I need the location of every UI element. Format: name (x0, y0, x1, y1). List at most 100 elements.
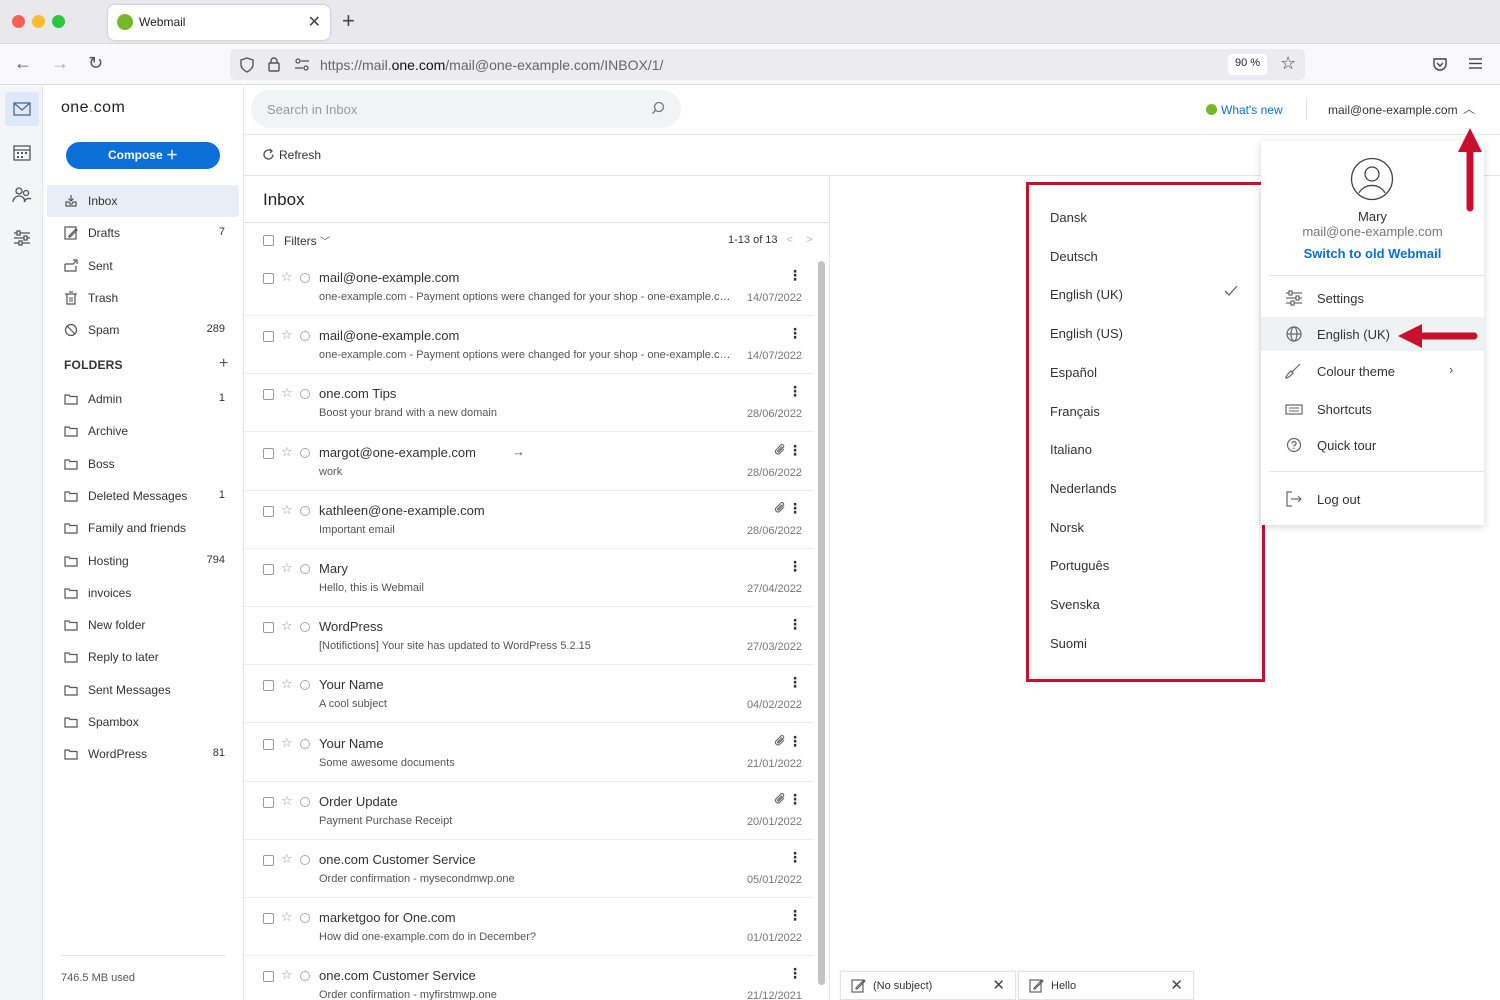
more-options-icon[interactable]: ⋮ (788, 384, 802, 398)
message-checkbox[interactable] (263, 796, 274, 808)
folder-item[interactable]: Hosting 794 (47, 545, 239, 577)
prev-page-icon[interactable]: < (787, 234, 793, 246)
folder-item[interactable]: Spambox (47, 706, 239, 738)
folder-item[interactable]: Archive (47, 415, 239, 447)
language-option[interactable]: Português (1050, 558, 1109, 573)
table-row[interactable]: ☆ one.com Customer Service Order confirmat… (244, 840, 814, 898)
account-menu-item-quick-tour[interactable]: Quick tour (1261, 428, 1484, 462)
star-icon[interactable]: ☆ (281, 502, 293, 518)
language-option[interactable]: Svenska (1050, 597, 1100, 612)
table-row[interactable]: ☆ Your Name A cool subject 04/02/2022 ⋮ (244, 665, 814, 724)
folder-item[interactable]: invoices (47, 577, 239, 609)
message-checkbox[interactable] (263, 273, 274, 284)
message-checkbox[interactable] (263, 331, 274, 343)
address-bar[interactable]: https://mail.one.com/mail@one-example.co… (230, 49, 1305, 80)
more-options-icon[interactable]: ⋮ (788, 850, 802, 864)
message-checkbox[interactable] (263, 855, 274, 866)
pocket-icon[interactable] (1432, 56, 1448, 72)
table-row[interactable]: ☆ mail@one-example.com one-example.com - P… (244, 316, 814, 375)
more-options-icon[interactable]: ⋮ (788, 792, 802, 806)
star-icon[interactable]: ☆ (281, 851, 293, 867)
more-options-icon[interactable]: ⋮ (788, 443, 802, 457)
account-email-toggle[interactable]: mail@one-example.com (1328, 103, 1458, 117)
mail-app-button[interactable] (5, 92, 39, 126)
message-checkbox[interactable] (263, 913, 274, 925)
close-tab-icon[interactable]: ✕ (308, 12, 321, 32)
calendar-app-button[interactable] (5, 135, 39, 169)
folder-item[interactable]: New folder (47, 609, 239, 641)
sidebar-item-inbox[interactable]: Inbox (47, 185, 239, 217)
star-icon[interactable]: ☆ (281, 618, 293, 634)
more-options-icon[interactable]: ⋮ (788, 559, 802, 573)
language-option[interactable]: Italiano (1050, 442, 1092, 457)
account-menu-item-settings[interactable]: Settings (1261, 281, 1484, 315)
table-row[interactable]: ☆ Your Name Some awesome documents 21/01/20… (244, 724, 814, 782)
account-menu-item-colour-theme[interactable]: Colour theme › (1261, 354, 1484, 388)
language-option[interactable]: Español (1050, 365, 1097, 380)
next-page-icon[interactable]: > (806, 234, 812, 246)
close-draft-icon[interactable]: ✕ (992, 976, 1005, 994)
search-input[interactable]: Search in Inbox (251, 90, 681, 128)
message-checkbox[interactable] (263, 680, 274, 692)
draft-tab[interactable]: (No subject) ✕ (840, 971, 1016, 1000)
folder-item[interactable]: Admin 1 (47, 383, 239, 415)
message-checkbox[interactable] (263, 622, 274, 634)
language-option[interactable]: Norsk (1050, 520, 1084, 535)
star-icon[interactable]: ☆ (281, 444, 293, 460)
star-icon[interactable]: ☆ (281, 385, 293, 401)
select-all-checkbox[interactable] (263, 235, 274, 246)
reload-icon[interactable]: ↻ (88, 53, 103, 73)
add-folder-icon[interactable]: + (219, 355, 228, 373)
new-tab-icon[interactable]: + (342, 10, 355, 32)
zoom-level[interactable]: 90 % (1228, 54, 1268, 75)
chevron-up-icon[interactable]: ︿ (1463, 100, 1475, 117)
unread-toggle-icon[interactable] (300, 564, 310, 574)
language-option[interactable]: English (US) (1050, 326, 1123, 341)
compose-button[interactable]: Compose ＋ (66, 142, 220, 169)
table-row[interactable]: ☆ marketgoo for One.com How did one-exampl… (244, 898, 814, 957)
unread-toggle-icon[interactable] (300, 738, 310, 749)
list-scrollbar-thumb[interactable] (818, 261, 825, 985)
star-icon[interactable]: ☆ (281, 793, 293, 809)
message-checkbox[interactable] (263, 738, 274, 750)
folder-item[interactable]: Sent Messages (47, 674, 239, 706)
star-icon[interactable]: ☆ (281, 560, 293, 576)
sidebar-item-trash[interactable]: Trash (47, 282, 239, 314)
star-icon[interactable]: ☆ (281, 909, 293, 925)
minimize-window-button[interactable] (32, 15, 45, 28)
unread-toggle-icon[interactable] (300, 796, 310, 807)
star-icon[interactable]: ☆ (281, 327, 293, 343)
unread-toggle-icon[interactable] (300, 680, 310, 691)
more-options-icon[interactable]: ⋮ (788, 617, 802, 631)
unread-toggle-icon[interactable] (300, 389, 310, 400)
folder-item[interactable]: Deleted Messages 1 (47, 480, 239, 512)
bookmark-star-icon[interactable]: ☆ (1280, 53, 1296, 74)
unread-toggle-icon[interactable] (300, 505, 310, 516)
unread-toggle-icon[interactable] (300, 913, 310, 924)
more-options-icon[interactable]: ⋮ (788, 326, 802, 340)
language-option[interactable]: Deutsch (1050, 249, 1098, 264)
table-row[interactable]: ☆ one.com Customer Service Order confirmat… (244, 956, 814, 1000)
filters-toggle[interactable]: Filters ﹀ (263, 233, 330, 248)
message-checkbox[interactable] (263, 971, 274, 983)
unread-toggle-icon[interactable] (300, 273, 310, 283)
more-options-icon[interactable]: ⋮ (788, 734, 802, 748)
star-icon[interactable]: ☆ (281, 735, 293, 751)
language-option[interactable]: Suomi (1050, 636, 1087, 651)
sidebar-item-spam[interactable]: Spam 289 (47, 314, 239, 346)
table-row[interactable]: ☆ WordPress [Notifictions] Your site has u… (244, 607, 814, 666)
more-options-icon[interactable]: ⋮ (788, 675, 802, 689)
unread-toggle-icon[interactable] (300, 447, 310, 458)
settings-app-button[interactable] (5, 221, 39, 255)
folder-item[interactable]: Family and friends (47, 512, 239, 544)
close-window-button[interactable] (12, 15, 25, 28)
sidebar-item-sent[interactable]: Sent (47, 250, 239, 282)
unread-toggle-icon[interactable] (300, 855, 310, 865)
browser-tab[interactable]: Webmail ✕ (108, 5, 330, 40)
folder-item[interactable]: Reply to later (47, 641, 239, 673)
search-icon[interactable] (651, 101, 665, 115)
contacts-app-button[interactable] (5, 178, 39, 212)
message-checkbox[interactable] (263, 564, 274, 575)
unread-toggle-icon[interactable] (300, 622, 310, 633)
hamburger-menu-icon[interactable] (1468, 57, 1483, 70)
